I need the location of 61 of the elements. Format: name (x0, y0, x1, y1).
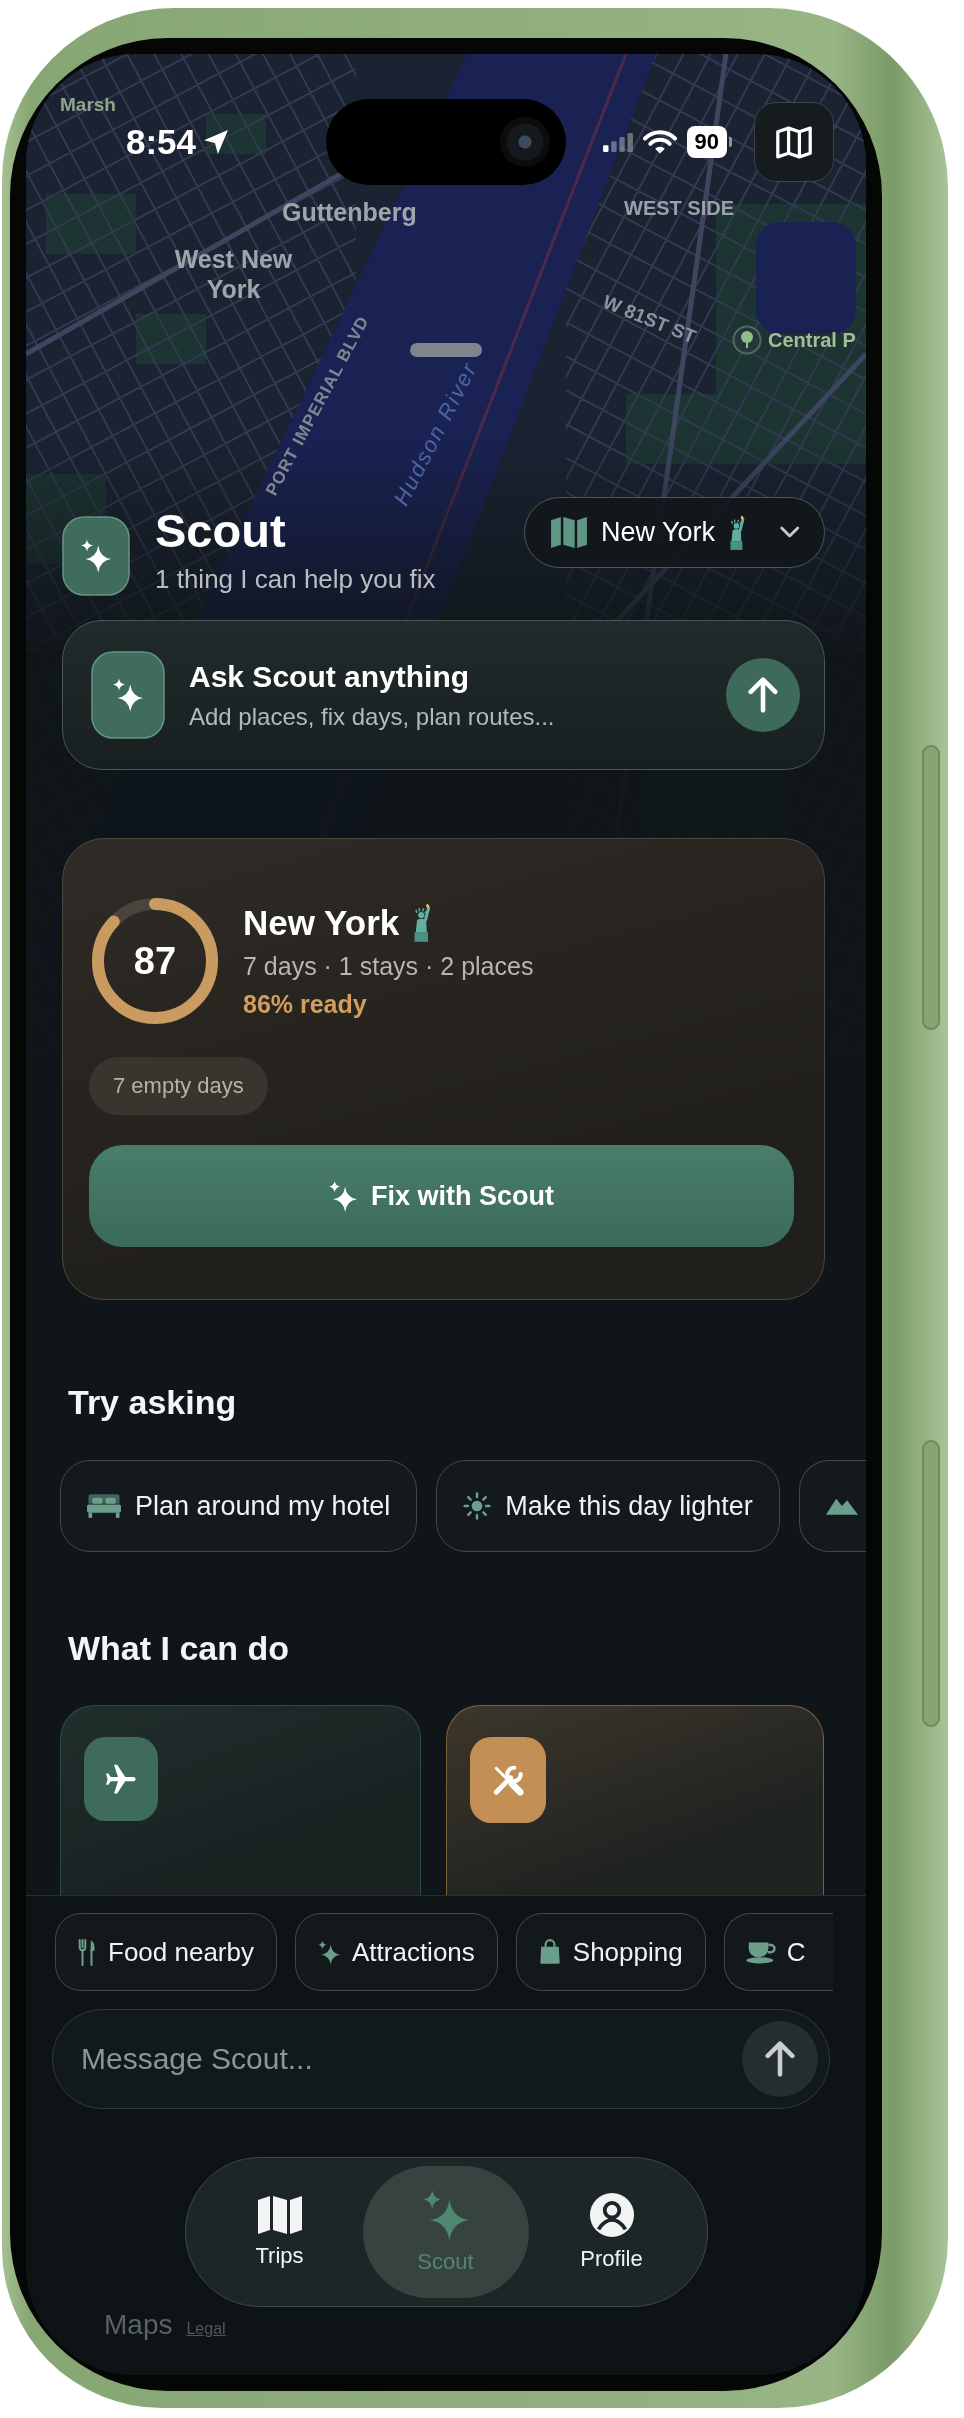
tab-item[interactable]: Trips (196, 2166, 363, 2298)
mountain-icon (825, 1497, 858, 1515)
sparkle-icon (329, 1180, 357, 1212)
ask-title: Ask Scout anything (189, 659, 470, 695)
suggestion-chip[interactable]: Make this day lighter (436, 1460, 780, 1552)
status-chip: 7 empty days (89, 1057, 268, 1115)
sparkle-icon (91, 651, 165, 739)
chevron-down-icon (780, 526, 800, 539)
section-heading: Try asking (68, 1382, 237, 1423)
subtitle: 1 thing I can help you fix (155, 563, 436, 595)
location-arrow-icon (204, 130, 229, 154)
readiness-text: 86% ready (243, 989, 367, 1020)
folded-map-icon (551, 517, 587, 548)
feature-card[interactable] (60, 1705, 421, 1895)
coffee-cup-icon (744, 1940, 777, 1964)
quick-action-chip[interactable]: Shopping (515, 1913, 706, 1991)
sparkle-icon (62, 516, 130, 596)
trip-title: New York (243, 902, 400, 944)
quick-action-chip[interactable]: Food nearby (55, 1913, 277, 1991)
ask-hint: Add places, fix days, plan routes... (189, 702, 555, 732)
map-label: Central P (768, 328, 856, 352)
drag-handle[interactable] (410, 343, 482, 357)
quick-action-chip[interactable]: Attractions (295, 1913, 498, 1991)
statue-icon (729, 514, 747, 551)
signal-icon (602, 132, 633, 152)
statue-icon (413, 903, 433, 943)
city-dropdown[interactable]: New York (524, 497, 825, 568)
arrow-up-icon (748, 677, 778, 713)
arrow-up-icon (765, 2041, 795, 2077)
trip-meta: 7 days · 1 stays · 2 places (243, 951, 534, 982)
bed-icon (87, 1494, 121, 1518)
fix-button[interactable]: Fix with Scout (89, 1145, 794, 1247)
fork-knife-icon (78, 1938, 96, 1966)
person-icon (588, 2192, 635, 2238)
map-label: WEST SIDE (624, 196, 734, 220)
folded-map-icon (257, 2195, 302, 2235)
quick-action-chip[interactable]: C (723, 1913, 833, 1991)
folded-map-icon (776, 125, 812, 159)
tree-pin-icon (732, 325, 762, 355)
section-heading: What I can do (68, 1628, 289, 1669)
battery-indicator: 90 (686, 126, 732, 158)
map-button[interactable] (754, 102, 834, 182)
map-attribution: Maps (104, 2309, 173, 2341)
sparkle-icon (318, 1939, 340, 1965)
message-field[interactable]: Message Scout... (52, 2009, 830, 2109)
score-text: 87 (133, 939, 177, 983)
page-title: Scout (155, 503, 286, 559)
shopping-bag-icon (538, 1939, 561, 1965)
status-time: 8:54 (126, 122, 197, 162)
map-label: W 81ST ST (599, 291, 699, 349)
map-label: West New York (173, 244, 294, 304)
map-label: Marsh (60, 94, 116, 117)
wifi-icon (642, 130, 677, 154)
tab-item[interactable]: Profile (528, 2166, 695, 2298)
sun-icon (463, 1492, 492, 1520)
sparkle-icon (422, 2189, 469, 2241)
ask-card[interactable]: Ask Scout anything Add places, fix days, plan routes... (62, 620, 825, 770)
suggestion-chip[interactable] (798, 1460, 866, 1552)
feature-card[interactable] (446, 1705, 824, 1895)
map-label: Guttenberg (282, 197, 417, 227)
suggestion-chip[interactable]: Plan around my hotel (60, 1460, 418, 1552)
